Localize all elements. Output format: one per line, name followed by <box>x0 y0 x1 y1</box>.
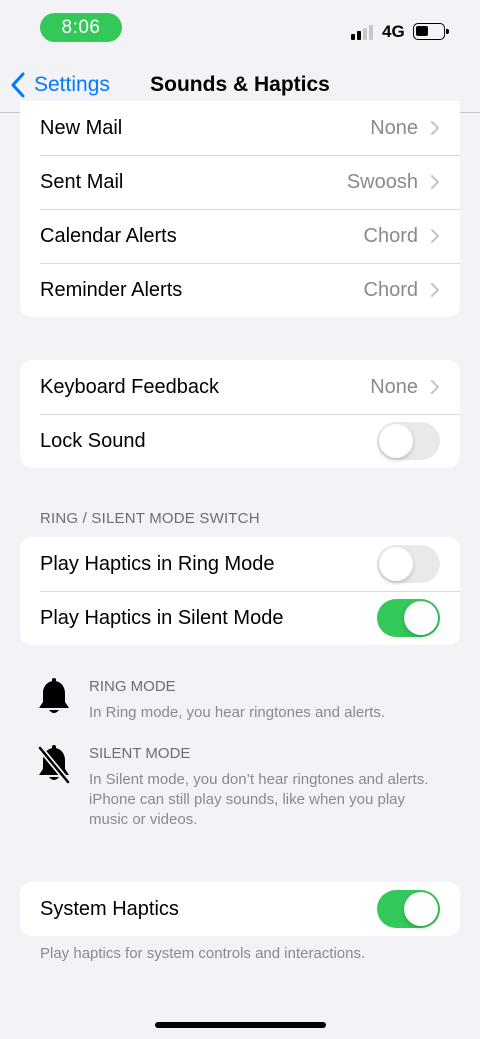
info-text: In Silent mode, you don’t hear ringtones… <box>89 771 429 828</box>
row-label: System Haptics <box>40 897 179 920</box>
chevron-right-icon <box>431 229 439 243</box>
row-keyboard-feedback[interactable]: Keyboard Feedback None <box>20 360 460 414</box>
row-label: Lock Sound <box>40 429 146 452</box>
bell-icon <box>39 678 69 713</box>
row-label: Play Haptics in Silent Mode <box>40 606 284 629</box>
row-reminder-alerts[interactable]: Reminder Alerts Chord <box>20 263 460 317</box>
row-calendar-alerts[interactable]: Calendar Alerts Chord <box>20 209 460 263</box>
alert-sounds-group: New Mail None Sent Mail Swoosh Calendar … <box>20 101 460 317</box>
row-value: Swoosh <box>346 170 418 193</box>
row-lock-sound: Lock Sound <box>20 414 460 468</box>
row-label: Keyboard Feedback <box>40 375 220 398</box>
row-label: Sent Mail <box>40 170 124 193</box>
status-time[interactable]: 8:06 <box>40 13 122 42</box>
chevron-right-icon <box>431 121 439 135</box>
row-value: Chord <box>363 224 418 247</box>
bell-slash-icon <box>37 745 71 785</box>
system-haptics-footer: Play haptics for system controls and int… <box>40 945 366 962</box>
status-bar: 8:06 4G <box>0 0 480 56</box>
ring-mode-info: RING MODE In Ring mode, you hear rington… <box>30 676 450 726</box>
row-system-haptics: System Haptics <box>20 882 460 936</box>
row-value: None <box>370 375 418 398</box>
chevron-right-icon <box>431 175 439 189</box>
row-play-haptics-silent: Play Haptics in Silent Mode <box>20 591 460 645</box>
lock-sound-toggle[interactable] <box>377 422 440 460</box>
silent-mode-info: SILENT MODE In Silent mode, you don’t he… <box>30 743 450 833</box>
chevron-right-icon <box>431 380 439 394</box>
play-haptics-silent-toggle[interactable] <box>377 599 440 637</box>
row-label: New Mail <box>40 116 123 139</box>
row-label: Play Haptics in Ring Mode <box>40 552 275 575</box>
battery-icon <box>413 23 449 40</box>
row-value: None <box>370 116 418 139</box>
keyboard-lock-group: Keyboard Feedback None Lock Sound <box>20 360 460 468</box>
section-header: RING / SILENT MODE SWITCH <box>40 510 260 527</box>
system-haptics-group: System Haptics <box>20 882 460 936</box>
row-label: Reminder Alerts <box>40 278 183 301</box>
info-title: SILENT MODE <box>89 745 191 762</box>
row-play-haptics-ring: Play Haptics in Ring Mode <box>20 537 460 591</box>
row-label: Calendar Alerts <box>40 224 177 247</box>
play-haptics-ring-toggle[interactable] <box>377 545 440 583</box>
sounds-haptics-screen: 8:06 4G Settings Sounds & Haptics New Ma… <box>0 0 480 1039</box>
system-haptics-toggle[interactable] <box>377 890 440 928</box>
cellular-signal-icon <box>351 24 375 40</box>
info-title: RING MODE <box>89 678 176 695</box>
home-indicator[interactable] <box>155 1022 326 1028</box>
info-text: In Ring mode, you hear ringtones and ale… <box>89 704 386 721</box>
row-sent-mail[interactable]: Sent Mail Swoosh <box>20 155 460 209</box>
page-title: Sounds & Haptics <box>150 73 330 96</box>
ring-silent-group: Play Haptics in Ring Mode Play Haptics i… <box>20 537 460 645</box>
row-new-mail[interactable]: New Mail None <box>20 101 460 155</box>
row-value: Chord <box>363 278 418 301</box>
network-type: 4G <box>382 22 405 41</box>
chevron-right-icon <box>431 283 439 297</box>
